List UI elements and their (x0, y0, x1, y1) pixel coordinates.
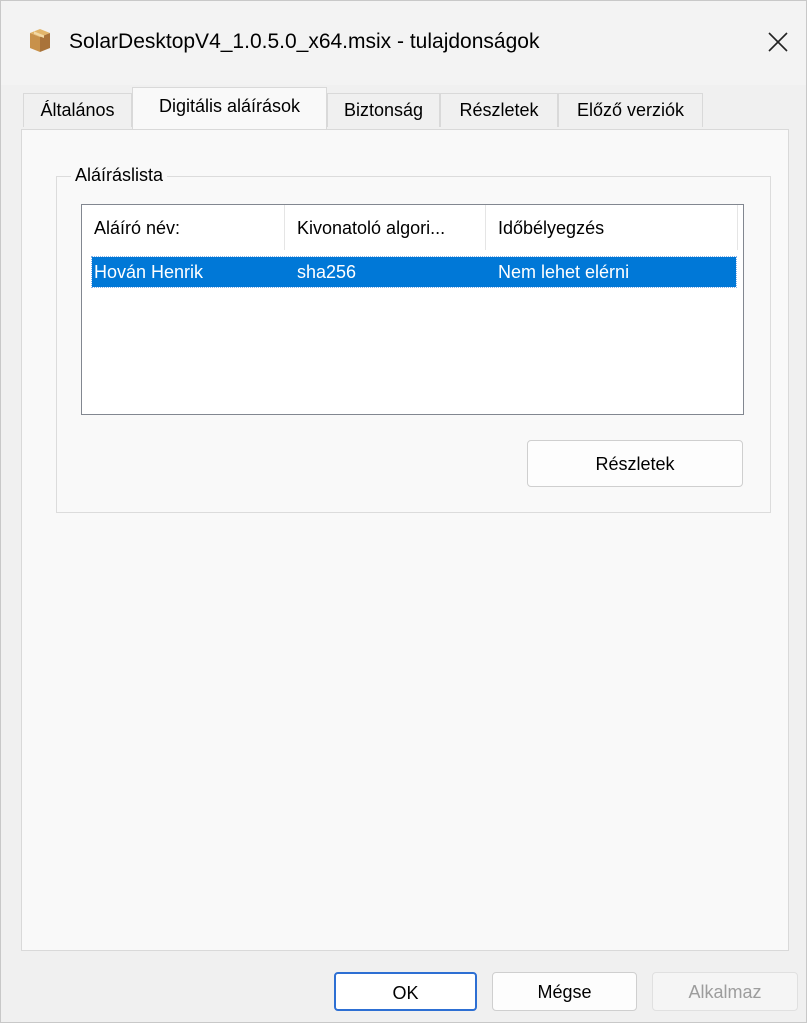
package-box-icon (28, 27, 52, 53)
signature-list[interactable]: Aláíró név: Kivonatoló algori... Időbély… (81, 204, 744, 415)
close-button[interactable] (758, 21, 798, 61)
tab-security[interactable]: Biztonság (327, 93, 440, 127)
ok-button[interactable]: OK (334, 972, 477, 1011)
list-header: Aláíró név: Kivonatoló algori... Időbély… (82, 205, 743, 250)
window-title: SolarDesktopV4_1.0.5.0_x64.msix - tulajd… (69, 30, 540, 53)
column-header-timestamp[interactable]: Időbélyegzés (486, 205, 738, 250)
signature-list-group: Aláíráslista Aláíró név: Kivonatoló algo… (56, 163, 771, 513)
details-button[interactable]: Részletek (527, 440, 743, 487)
cancel-button[interactable]: Mégse (492, 972, 637, 1011)
close-icon (768, 32, 788, 52)
column-header-algorithm[interactable]: Kivonatoló algori... (285, 205, 486, 250)
table-row[interactable]: Hován Henrik sha256 Nem lehet elérni (91, 256, 737, 288)
apply-button[interactable]: Alkalmaz (652, 972, 798, 1011)
tab-previous-versions[interactable]: Előző verziók (558, 93, 703, 127)
dialog-footer: OK Mégse Alkalmaz (1, 951, 806, 1022)
algorithm-cell: sha256 (297, 262, 357, 282)
tab-general[interactable]: Általános (23, 93, 132, 127)
signer-name-cell: Hován Henrik (94, 262, 204, 282)
timestamp-cell: Nem lehet elérni (498, 262, 630, 282)
column-header-signer[interactable]: Aláíró név: (82, 205, 285, 250)
tab-digital-signatures[interactable]: Digitális aláírások (132, 87, 327, 129)
signature-list-label: Aláíráslista (71, 163, 168, 187)
title-bar[interactable]: SolarDesktopV4_1.0.5.0_x64.msix - tulajd… (1, 1, 806, 85)
tab-details[interactable]: Részletek (440, 93, 558, 127)
tab-panel-digital-signatures: Aláíráslista Aláíró név: Kivonatoló algo… (21, 129, 789, 951)
properties-dialog: SolarDesktopV4_1.0.5.0_x64.msix - tulajd… (0, 0, 807, 1023)
